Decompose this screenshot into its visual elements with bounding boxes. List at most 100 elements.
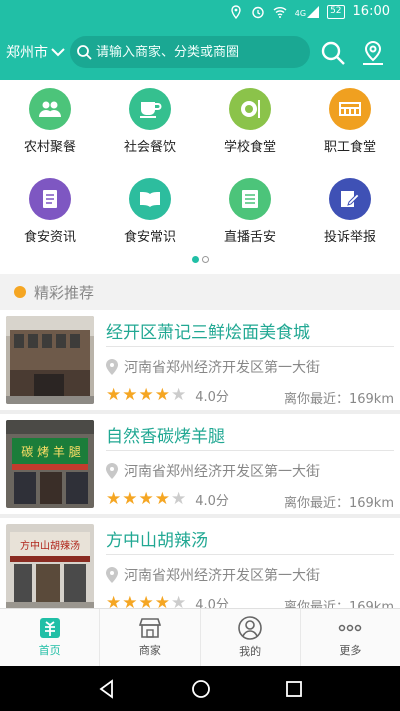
- star-icon: ★: [154, 593, 170, 609]
- restaurant-name[interactable]: 自然香碳烤羊腿: [106, 422, 225, 447]
- search-button[interactable]: [318, 38, 348, 68]
- edit-icon: [329, 178, 371, 220]
- page-dot[interactable]: [201, 256, 209, 263]
- user-icon: [238, 616, 262, 640]
- section-title: 精彩推荐: [34, 283, 95, 302]
- tab-label: 更多: [339, 644, 362, 657]
- canteen-icon: [329, 88, 371, 130]
- category-label: 学校食堂: [223, 140, 276, 155]
- city-selector[interactable]: 郑州市: [6, 42, 65, 62]
- rating-score: 4.0分: [195, 494, 229, 509]
- star-icon: ★: [154, 385, 170, 405]
- list-icon: [229, 178, 271, 220]
- category-label: 食安资讯: [23, 230, 76, 245]
- tab-profile[interactable]: 我的: [201, 609, 301, 666]
- category-label: 职工食堂: [323, 140, 376, 155]
- list-item[interactable]: 经开区萧记三鲜烩面美食城 河南省郑州经济开发区第一大街 ★ ★ ★ ★ ★ 4.0分 离…: [0, 310, 400, 410]
- category-rural-dining[interactable]: 农村聚餐: [0, 80, 100, 162]
- divider: [106, 450, 394, 451]
- plate-icon: [229, 88, 271, 130]
- document-icon: [29, 178, 71, 220]
- page-dot-active[interactable]: [191, 256, 199, 263]
- address-text: 河南省郑州经济开发区第一大街: [124, 568, 320, 584]
- tab-home[interactable]: 首页: [0, 609, 101, 666]
- category-food-safety-knowledge[interactable]: 食安常识: [100, 170, 200, 252]
- search-input[interactable]: [96, 44, 306, 60]
- cup-icon: [129, 88, 171, 130]
- page-indicator[interactable]: [0, 256, 400, 263]
- star-icon: ★: [106, 385, 122, 405]
- location-status-icon: [231, 4, 241, 19]
- restaurant-photo: 方中山胡辣汤: [6, 524, 94, 608]
- star-icon: ★: [122, 593, 138, 609]
- map-location-button[interactable]: [358, 38, 388, 68]
- restaurant-address: 河南省郑州经济开发区第一大街: [106, 357, 320, 377]
- category-social-dining[interactable]: 社会餐饮: [100, 80, 200, 162]
- category-label: 社会餐饮: [123, 140, 176, 155]
- star-empty-icon: ★: [171, 385, 187, 405]
- category-school-canteen[interactable]: 学校食堂: [200, 80, 300, 162]
- back-icon[interactable]: [97, 678, 117, 699]
- star-empty-icon: ★: [171, 593, 187, 609]
- alarm-icon: [252, 6, 264, 18]
- shop-sign-text: 方中山胡辣汤: [20, 541, 80, 552]
- category-complaint-report[interactable]: 投诉举报: [300, 170, 400, 252]
- search-box[interactable]: [70, 36, 310, 68]
- rating-score: 4.0分: [195, 598, 229, 608]
- star-empty-icon: ★: [171, 489, 187, 509]
- section-header: 精彩推荐: [0, 274, 400, 310]
- restaurant-photo: 碳 烤 羊 腿: [6, 420, 94, 508]
- shop-icon: [138, 618, 161, 638]
- category-label: 农村聚餐: [23, 140, 76, 155]
- people-icon: [29, 88, 71, 130]
- network-type: 4G: [294, 8, 307, 18]
- star-icon: ★: [154, 489, 170, 509]
- cell-signal-icon: 4G: [294, 5, 320, 18]
- category-staff-canteen[interactable]: 职工食堂: [300, 80, 400, 162]
- system-navigation-bar: [0, 666, 400, 711]
- list-item[interactable]: 碳 烤 羊 腿 自然香碳烤羊腿 河南省郑州经济开发区第一大街 ★ ★ ★ ★ ★ 4.0…: [0, 414, 400, 514]
- search-icon: [77, 45, 92, 60]
- location-pin-icon: [106, 359, 118, 375]
- wifi-icon: [273, 6, 287, 18]
- star-icon: ★: [138, 593, 154, 609]
- category-food-safety-news[interactable]: 食安资讯: [0, 170, 100, 252]
- star-rating: ★ ★ ★ ★ ★ 4.0分: [106, 593, 229, 609]
- star-icon: ★: [106, 593, 122, 609]
- address-text: 河南省郑州经济开发区第一大街: [124, 360, 320, 376]
- bottom-tab-bar: 首页 商家 我的 更多: [0, 608, 400, 666]
- tab-label: 我的: [239, 645, 262, 658]
- tab-more[interactable]: 更多: [301, 609, 400, 666]
- divider: [106, 554, 394, 555]
- map-pin-icon: [363, 40, 383, 65]
- tab-shops[interactable]: 商家: [100, 609, 201, 666]
- home-circle-icon[interactable]: [191, 679, 211, 699]
- list-item[interactable]: 方中山胡辣汤 方中山胡辣汤 河南省郑州经济开发区第一大街 ★ ★ ★ ★ ★ 4.0分 …: [0, 518, 400, 608]
- distance-label: 离你最近：169km: [283, 600, 394, 608]
- star-icon: ★: [106, 489, 122, 509]
- restaurant-name[interactable]: 经开区萧记三鲜烩面美食城: [106, 318, 310, 343]
- category-label: 投诉举报: [323, 230, 376, 245]
- section-bullet: [14, 286, 26, 298]
- restaurant-address: 河南省郑州经济开发区第一大街: [106, 461, 320, 481]
- distance-label: 离你最近：169km: [283, 496, 394, 511]
- star-icon: ★: [138, 489, 154, 509]
- battery-level: 52: [327, 4, 345, 19]
- home-icon: [39, 618, 60, 638]
- restaurant-name[interactable]: 方中山胡辣汤: [106, 526, 208, 551]
- clock-time: 16:00: [352, 4, 390, 19]
- tab-label: 商家: [138, 644, 161, 657]
- address-text: 河南省郑州经济开发区第一大街: [124, 464, 320, 480]
- category-grid: 农村聚餐 社会餐饮 学校食堂 职工食堂 食安资讯 食安常识 直播舌安 投诉举报: [0, 80, 400, 270]
- location-pin-icon: [106, 567, 118, 583]
- star-rating: ★ ★ ★ ★ ★ 4.0分: [106, 489, 229, 510]
- recent-apps-icon[interactable]: [285, 680, 303, 698]
- restaurant-list[interactable]: 经开区萧记三鲜烩面美食城 河南省郑州经济开发区第一大街 ★ ★ ★ ★ ★ 4.0分 离…: [0, 310, 400, 608]
- location-pin-icon: [106, 463, 118, 479]
- category-live-kitchen[interactable]: 直播舌安: [200, 170, 300, 252]
- search-icon: [321, 41, 345, 65]
- restaurant-photo: [6, 316, 94, 404]
- city-label: 郑州市: [6, 45, 48, 61]
- status-bar: 4G 52 16:00: [0, 0, 400, 26]
- category-label: 食安常识: [123, 230, 176, 245]
